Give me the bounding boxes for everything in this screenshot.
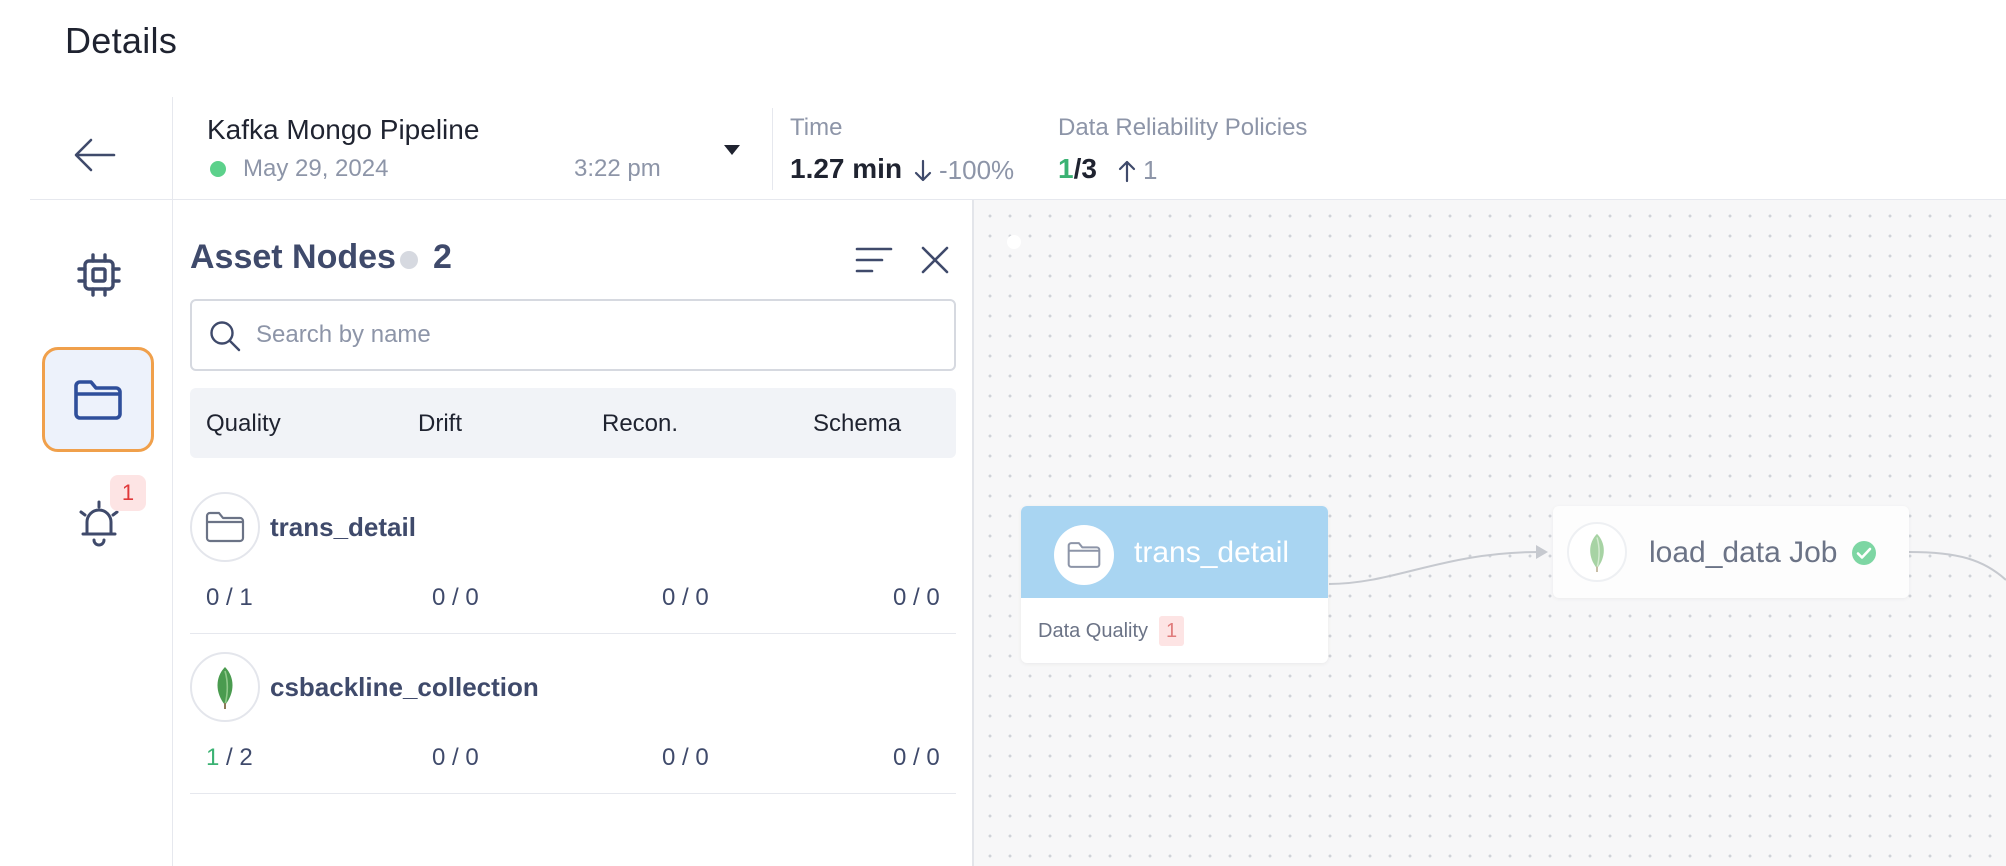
- pipeline-name: Kafka Mongo Pipeline: [207, 114, 480, 145]
- edge-arrowhead: [1536, 545, 1548, 559]
- folder-icon: [74, 379, 122, 420]
- node-header: trans_detail: [1021, 506, 1328, 598]
- check-circle-icon: [1852, 541, 1876, 565]
- close-icon: [921, 246, 949, 274]
- column-schema: Schema: [813, 410, 902, 437]
- arrow-down-icon: [914, 159, 932, 181]
- chip-icon: [77, 252, 121, 297]
- rail-compute-button[interactable]: [43, 222, 155, 327]
- node-icon: [1567, 522, 1627, 582]
- node-title: trans_detail: [1134, 536, 1290, 569]
- policies-stat-change: 1: [1117, 155, 1157, 186]
- folder-icon: [1067, 542, 1101, 568]
- metric-schema: 0 / 0: [893, 744, 940, 771]
- edge-load-data-outgoing: [1908, 551, 2006, 581]
- page-title: Details: [65, 20, 178, 61]
- policies-passed: 1: [1058, 153, 1074, 184]
- metric-quality-total: / 1: [219, 584, 253, 611]
- metric-drift: 0 / 0: [432, 584, 479, 611]
- metric-drift: 0 / 0: [432, 744, 479, 771]
- pipeline-dropdown-button[interactable]: [722, 143, 742, 157]
- metric-quality-total: / 2: [219, 744, 253, 771]
- node-title: load_data Job: [1649, 536, 1838, 569]
- caret-down-icon: [724, 145, 740, 155]
- alert-count-badge: 1: [110, 475, 146, 511]
- rail-divider-horizontal: [30, 199, 173, 200]
- metric-quality-passed: 1: [206, 744, 220, 771]
- time-stat-change: -100%: [913, 155, 1014, 186]
- search-icon: [210, 321, 241, 352]
- metric-schema: 0 / 0: [893, 584, 940, 611]
- metric-recon: 0 / 0: [662, 744, 709, 771]
- mongodb-leaf-icon: [217, 667, 233, 709]
- close-panel-button[interactable]: [915, 240, 955, 280]
- edge-trans-detail-to-load-data: [1328, 551, 1540, 585]
- arrow-up-icon: [1118, 160, 1136, 182]
- policies-stat-label: Data Reliability Policies: [1058, 114, 1308, 141]
- back-button[interactable]: [70, 130, 120, 180]
- policies-stat-value: 1/3: [1058, 153, 1097, 185]
- asset-name: csbackline_collection: [270, 672, 539, 702]
- header-vertical-divider: [772, 108, 773, 190]
- canvas-node-load-data-job[interactable]: load_data Job: [1553, 506, 1909, 598]
- column-drift: Drift: [418, 410, 462, 437]
- rail-assets-button[interactable]: [42, 347, 154, 452]
- asset-count: 2: [433, 238, 452, 276]
- arrow-left-icon: [74, 138, 116, 172]
- search-input[interactable]: [256, 301, 936, 369]
- policies-total: /3: [1073, 153, 1097, 184]
- asset-panel-title: Asset Nodes: [190, 238, 396, 276]
- canvas-node-trans-detail[interactable]: trans_detail Data Quality 1: [1021, 506, 1328, 663]
- time-stat-value: 1.27 min: [790, 153, 903, 184]
- search-box: [190, 299, 956, 371]
- metric-quality: 0 / 1: [206, 584, 253, 612]
- asset-row[interactable]: csbackline_collection 1 / 2 0 / 0 0 / 0 …: [190, 634, 956, 794]
- metric-recon: 0 / 0: [662, 584, 709, 611]
- folder-icon: [205, 511, 245, 543]
- asset-icon: [190, 652, 260, 722]
- mongodb-leaf-icon: [1590, 533, 1604, 572]
- policies-stat-change-value: 1: [1143, 155, 1158, 185]
- asset-row[interactable]: trans_detail 0 / 1 0 / 0 0 / 0 0 / 0: [190, 474, 956, 634]
- column-header: Quality Drift Recon. Schema: [190, 388, 956, 458]
- metric-quality: 1 / 2: [206, 744, 253, 772]
- asset-count-dot: [400, 251, 418, 269]
- pipeline-date: May 29, 2024: [243, 155, 389, 182]
- asset-icon: [190, 492, 260, 562]
- column-quality: Quality: [206, 410, 281, 437]
- time-stat-label: Time: [790, 114, 843, 141]
- node-footer-badge: 1: [1159, 616, 1184, 646]
- rail-divider: [172, 97, 173, 866]
- sort-lines-icon: [855, 247, 893, 273]
- time-stat-change-value: -100%: [939, 155, 1015, 185]
- sort-button[interactable]: [853, 243, 895, 279]
- pipeline-status-dot: [210, 161, 226, 177]
- node-icon: [1054, 525, 1114, 585]
- column-recon: Recon.: [602, 410, 679, 437]
- metric-quality-passed: 0: [206, 584, 220, 611]
- node-footer-label: Data Quality: [1038, 620, 1149, 642]
- pipeline-time: 3:22 pm: [574, 155, 661, 182]
- asset-name: trans_detail: [270, 512, 416, 542]
